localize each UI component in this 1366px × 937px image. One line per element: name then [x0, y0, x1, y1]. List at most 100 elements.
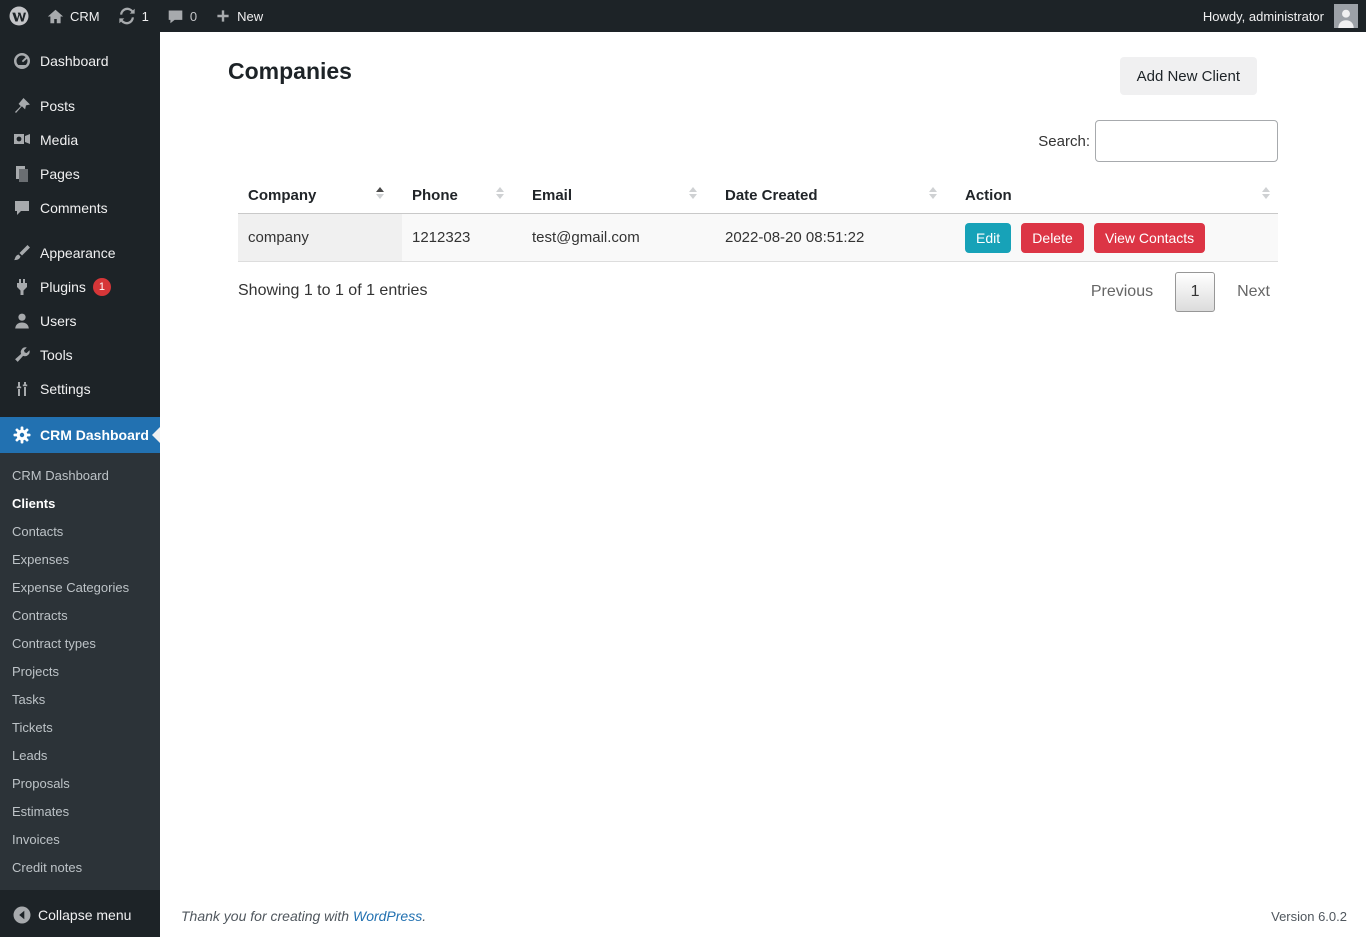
submenu-item-projects[interactable]: Projects [0, 658, 160, 686]
submenu-item-contracts[interactable]: Contracts [0, 602, 160, 630]
sidebar-item-label: Plugins [40, 279, 86, 295]
crm-submenu: CRM Dashboard Clients Contacts Expenses … [0, 453, 160, 890]
companies-table: Company Phone Email Date Created Action … [238, 178, 1278, 262]
submenu-item-expense-categories[interactable]: Expense Categories [0, 574, 160, 602]
comments-link[interactable]: 0 [158, 0, 206, 32]
submenu-item-contacts[interactable]: Contacts [0, 518, 160, 546]
sidebar-item-comments[interactable]: Comments [0, 191, 160, 225]
footer-thanks: Thank you for creating with WordPress. [181, 908, 427, 924]
pagination-page-1[interactable]: 1 [1175, 272, 1216, 312]
menu-separator [0, 78, 160, 89]
sidebar-item-label: Pages [40, 166, 80, 182]
cell-company: company [238, 213, 402, 262]
search-input[interactable] [1095, 120, 1278, 162]
sidebar-item-label: Appearance [40, 245, 116, 261]
submenu-item-tasks[interactable]: Tasks [0, 686, 160, 714]
submenu-item-estimates[interactable]: Estimates [0, 798, 160, 826]
sidebar-item-label: Tools [40, 347, 73, 363]
sort-icon [929, 186, 937, 199]
update-count: 1 [141, 8, 149, 24]
sidebar-item-crm-dashboard[interactable]: CRM Dashboard [0, 417, 160, 453]
table-row: company 1212323 test@gmail.com 2022-08-2… [238, 213, 1278, 262]
wordpress-logo-icon [9, 6, 29, 26]
sort-icon [496, 186, 504, 199]
table-info-text: Showing 1 to 1 of 1 entries [238, 282, 428, 299]
sidebar-item-dashboard[interactable]: Dashboard [0, 44, 160, 78]
plugin-icon [6, 277, 38, 297]
search-row: Search: [1038, 120, 1278, 162]
edit-button[interactable]: Edit [965, 222, 1012, 253]
submenu-item-contract-types[interactable]: Contract types [0, 630, 160, 658]
dashboard-gauge-icon [6, 51, 38, 71]
pagination: Previous 1 Next [1083, 272, 1278, 312]
cell-actions: Edit Delete View Contacts [955, 213, 1278, 262]
pages-icon [6, 164, 38, 184]
site-name-link[interactable]: CRM [38, 0, 109, 32]
collapse-menu-label: Collapse menu [38, 907, 132, 923]
submenu-item-clients[interactable]: Clients [0, 490, 160, 518]
collapse-menu-button[interactable]: Collapse menu [0, 893, 160, 937]
submenu-item-crm-dashboard[interactable]: CRM Dashboard [0, 462, 160, 490]
admin-bar: CRM 1 0 New Howdy, administrator [0, 0, 1366, 32]
column-header-company[interactable]: Company [238, 178, 402, 214]
wordpress-link[interactable]: WordPress [353, 908, 422, 924]
collapse-arrow-icon [6, 905, 38, 925]
sidebar-item-label: Media [40, 132, 79, 148]
column-header-date-created[interactable]: Date Created [715, 178, 955, 214]
my-account-link[interactable]: Howdy, administrator [1194, 0, 1326, 32]
footer-version: Version 6.0.2 [1271, 909, 1347, 924]
sidebar-item-pages[interactable]: Pages [0, 157, 160, 191]
page-title: Companies [228, 58, 352, 84]
paintbrush-icon [6, 243, 38, 263]
sidebar-item-label: Dashboard [40, 53, 109, 69]
user-icon [6, 311, 38, 331]
new-content-link[interactable]: New [206, 0, 272, 32]
comment-icon [167, 8, 184, 25]
sort-icon [376, 186, 384, 199]
pagination-next[interactable]: Next [1229, 283, 1278, 301]
home-icon [47, 8, 64, 25]
sidebar-item-settings[interactable]: Settings [0, 372, 160, 406]
submenu-item-expenses[interactable]: Expenses [0, 546, 160, 574]
menu-separator [0, 406, 160, 417]
comment-count: 0 [189, 8, 198, 24]
submenu-item-invoices[interactable]: Invoices [0, 826, 160, 854]
cell-email: test@gmail.com [522, 213, 715, 262]
media-icon [6, 130, 38, 150]
sidebar-item-label: Posts [40, 98, 76, 114]
sidebar-item-tools[interactable]: Tools [0, 338, 160, 372]
submenu-item-credit-notes[interactable]: Credit notes [0, 854, 160, 882]
main-content: Companies Add New Client Search: Company… [160, 32, 1366, 937]
sliders-icon [6, 379, 38, 399]
delete-button[interactable]: Delete [1021, 222, 1084, 253]
sort-icon [1262, 186, 1270, 199]
sidebar-item-label: Comments [40, 200, 108, 216]
sidebar-item-users[interactable]: Users [0, 304, 160, 338]
submenu-item-leads[interactable]: Leads [0, 742, 160, 770]
add-new-client-button[interactable]: Add New Client [1119, 57, 1257, 95]
column-header-email[interactable]: Email [522, 178, 715, 214]
updates-link[interactable]: 1 [109, 0, 158, 32]
column-header-action[interactable]: Action [955, 178, 1278, 214]
cell-date-created: 2022-08-20 08:51:22 [715, 213, 955, 262]
updates-icon [118, 7, 136, 25]
wordpress-logo-menu[interactable] [0, 0, 38, 32]
submenu-item-tickets[interactable]: Tickets [0, 714, 160, 742]
sidebar-item-posts[interactable]: Posts [0, 89, 160, 123]
sidebar-item-media[interactable]: Media [0, 123, 160, 157]
pagination-previous[interactable]: Previous [1083, 283, 1161, 301]
plus-icon [215, 8, 231, 24]
new-label: New [237, 8, 264, 24]
view-contacts-button[interactable]: View Contacts [1093, 222, 1206, 253]
sidebar-item-plugins[interactable]: Plugins 1 [0, 270, 160, 304]
sidebar-item-appearance[interactable]: Appearance [0, 236, 160, 270]
plugins-update-badge: 1 [92, 278, 111, 296]
gear-icon [6, 425, 38, 445]
avatar[interactable] [1334, 4, 1358, 28]
cell-phone: 1212323 [402, 213, 522, 262]
submenu-item-proposals[interactable]: Proposals [0, 770, 160, 798]
comment-bubble-icon [6, 198, 38, 218]
sort-icon [689, 186, 697, 199]
howdy-label: Howdy, administrator [1202, 8, 1324, 24]
column-header-phone[interactable]: Phone [402, 178, 522, 214]
